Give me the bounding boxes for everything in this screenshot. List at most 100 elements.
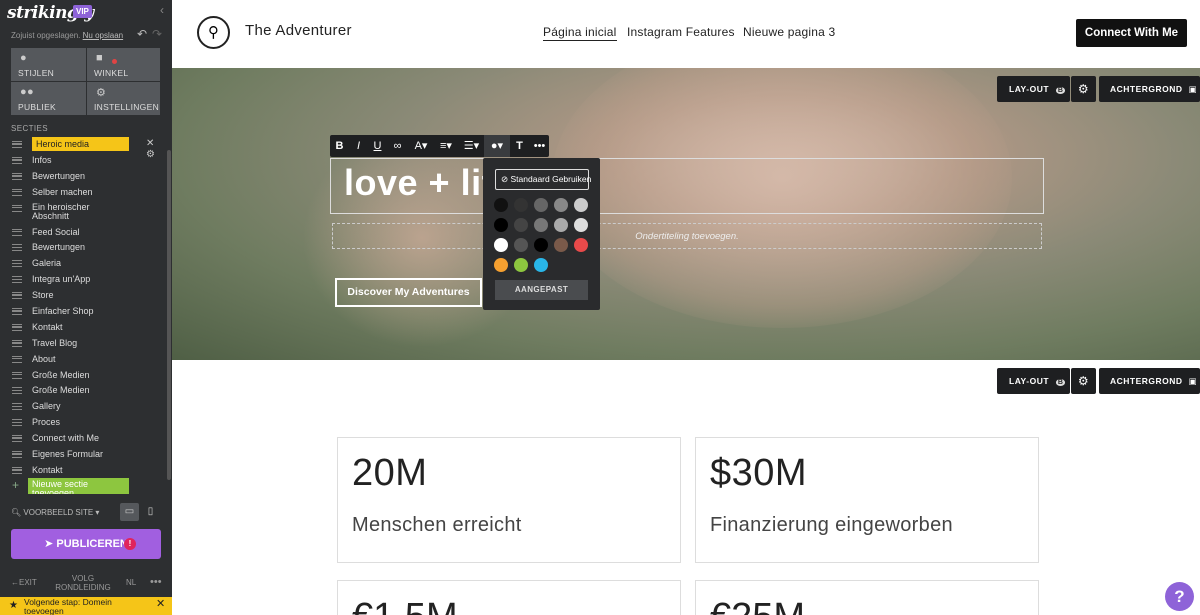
- custom-color-button[interactable]: AANGEPAST: [495, 280, 588, 300]
- add-section-button[interactable]: + Nieuwe sectie toevoegen: [11, 478, 141, 494]
- desktop-icon[interactable]: ▭: [120, 503, 139, 521]
- nav-link-home[interactable]: Página inicial: [543, 25, 617, 41]
- stat-label[interactable]: Finanzierung eingeworben: [710, 514, 953, 537]
- color-swatch[interactable]: [494, 218, 508, 232]
- drag-handle-icon[interactable]: [12, 204, 22, 212]
- drag-handle-icon[interactable]: [12, 435, 22, 443]
- section-item[interactable]: Galeria: [11, 256, 161, 272]
- background-button[interactable]: ACHTERGROND ▣: [1099, 76, 1200, 102]
- color-swatch[interactable]: [514, 218, 528, 232]
- color-swatch[interactable]: [534, 238, 548, 252]
- drag-handle-icon[interactable]: [12, 371, 22, 379]
- section-item[interactable]: Proces: [11, 415, 161, 431]
- stat-value[interactable]: $30M: [710, 452, 807, 495]
- stat-card[interactable]: 20M Menschen erreicht: [337, 437, 681, 563]
- nav-styles-button[interactable]: ● STIJLEN: [11, 48, 86, 81]
- stat-card[interactable]: €1.5M: [337, 580, 681, 615]
- drag-handle-icon[interactable]: [12, 188, 22, 196]
- more-options-icon[interactable]: •••: [530, 135, 549, 157]
- drag-handle-icon[interactable]: [12, 387, 22, 395]
- layout-button[interactable]: LAY-OUT B: [997, 76, 1070, 102]
- background-button[interactable]: ACHTERGROND ▣: [1099, 368, 1200, 394]
- nav-store-button[interactable]: ■ WINKEL: [87, 48, 160, 81]
- stat-card[interactable]: €25M: [695, 580, 1039, 615]
- site-brand[interactable]: The Adventurer: [245, 22, 352, 39]
- section-item[interactable]: Store: [11, 288, 161, 304]
- drag-handle-icon[interactable]: [12, 466, 22, 474]
- drag-handle-icon[interactable]: [12, 339, 22, 347]
- section-item[interactable]: Kontakt: [11, 463, 161, 479]
- drag-handle-icon[interactable]: [12, 323, 22, 331]
- mobile-icon[interactable]: ▯: [141, 503, 160, 521]
- section-item[interactable]: Selber machen: [11, 185, 161, 201]
- color-swatch[interactable]: [554, 198, 568, 212]
- section-item[interactable]: Bewertungen: [11, 240, 161, 256]
- next-step-banner[interactable]: ★ Volgende stap: Domein toevoegen ✕: [0, 597, 172, 615]
- align-icon[interactable]: ≡▾: [434, 135, 458, 157]
- section-item[interactable]: Eigenes Formular: [11, 447, 161, 463]
- help-button[interactable]: ?: [1165, 582, 1194, 611]
- link-icon[interactable]: ∞: [388, 135, 407, 157]
- discover-button[interactable]: Discover My Adventures: [335, 278, 482, 307]
- color-swatch[interactable]: [514, 258, 528, 272]
- color-swatch[interactable]: [534, 198, 548, 212]
- drag-handle-icon[interactable]: [12, 244, 22, 252]
- color-swatch[interactable]: [574, 238, 588, 252]
- drag-handle-icon[interactable]: [12, 292, 22, 300]
- stat-value[interactable]: €25M: [710, 596, 805, 615]
- text-style-icon[interactable]: T: [510, 135, 529, 157]
- section-settings-gear-icon[interactable]: ⚙: [1071, 368, 1096, 394]
- color-swatch[interactable]: [494, 238, 508, 252]
- section-item[interactable]: Ein heroischer Abschnitt: [11, 201, 161, 225]
- bold-icon[interactable]: B: [330, 135, 349, 157]
- close-icon[interactable]: ✕: [156, 599, 165, 610]
- stat-value[interactable]: €1.5M: [352, 596, 458, 615]
- sections-scrollbar[interactable]: [167, 150, 171, 480]
- section-settings-gear-icon[interactable]: ⚙: [1071, 76, 1096, 102]
- more-icon[interactable]: •••: [150, 576, 162, 588]
- drag-handle-icon[interactable]: [12, 276, 22, 284]
- language-selector[interactable]: NL: [126, 578, 136, 587]
- nav-audience-button[interactable]: ●● PUBLIEK: [11, 82, 86, 115]
- section-item[interactable]: Connect with Me: [11, 431, 161, 447]
- save-now-link[interactable]: Nu opslaan: [83, 31, 123, 40]
- drag-handle-icon[interactable]: [12, 355, 22, 363]
- section-item[interactable]: Feed Social: [11, 225, 161, 241]
- drag-handle-icon[interactable]: [12, 419, 22, 427]
- section-item[interactable]: Kontakt: [11, 320, 161, 336]
- nav-settings-button[interactable]: ⚙ INSTELLINGEN: [87, 82, 160, 115]
- exit-button[interactable]: ← EXIT: [11, 578, 37, 587]
- underline-icon[interactable]: U: [368, 135, 387, 157]
- color-swatch[interactable]: [574, 218, 588, 232]
- color-swatch[interactable]: [534, 218, 548, 232]
- nav-link-page-3[interactable]: Nieuwe pagina 3: [743, 25, 835, 39]
- nav-link-instagram[interactable]: Instagram Features: [627, 25, 735, 39]
- section-item[interactable]: Große Medien: [11, 368, 161, 384]
- drag-handle-icon[interactable]: [12, 141, 22, 148]
- hero-subtitle-placeholder[interactable]: Ondertiteling toevoegen.: [332, 223, 1042, 249]
- italic-icon[interactable]: I: [349, 135, 368, 157]
- section-item[interactable]: Infos: [11, 153, 161, 169]
- stat-card[interactable]: $30M Finanzierung eingeworben: [695, 437, 1039, 563]
- section-item[interactable]: Große Medien: [11, 383, 161, 399]
- close-icon[interactable]: ✕: [146, 138, 154, 149]
- section-item[interactable]: Travel Blog: [11, 336, 161, 352]
- section-item[interactable]: Heroic media ✕ ⚙: [11, 137, 161, 160]
- color-swatch[interactable]: [494, 258, 508, 272]
- drag-handle-icon[interactable]: [12, 172, 22, 180]
- bicycle-icon[interactable]: ⚲: [197, 16, 230, 49]
- color-swatch[interactable]: [514, 238, 528, 252]
- section-item[interactable]: Integra un'App: [11, 272, 161, 288]
- section-item[interactable]: Bewertungen: [11, 169, 161, 185]
- color-swatch[interactable]: [494, 198, 508, 212]
- collapse-sidebar-icon[interactable]: ‹: [160, 3, 164, 17]
- color-swatch[interactable]: [554, 218, 568, 232]
- undo-icon[interactable]: ↶: [137, 27, 147, 41]
- connect-button[interactable]: Connect With Me: [1076, 19, 1187, 47]
- color-swatch[interactable]: [534, 258, 548, 272]
- section-item[interactable]: Gallery: [11, 399, 161, 415]
- drag-handle-icon[interactable]: [12, 451, 22, 459]
- drag-handle-icon[interactable]: [12, 156, 22, 164]
- color-swatch[interactable]: [574, 198, 588, 212]
- text-color-icon[interactable]: ●▾: [484, 135, 510, 157]
